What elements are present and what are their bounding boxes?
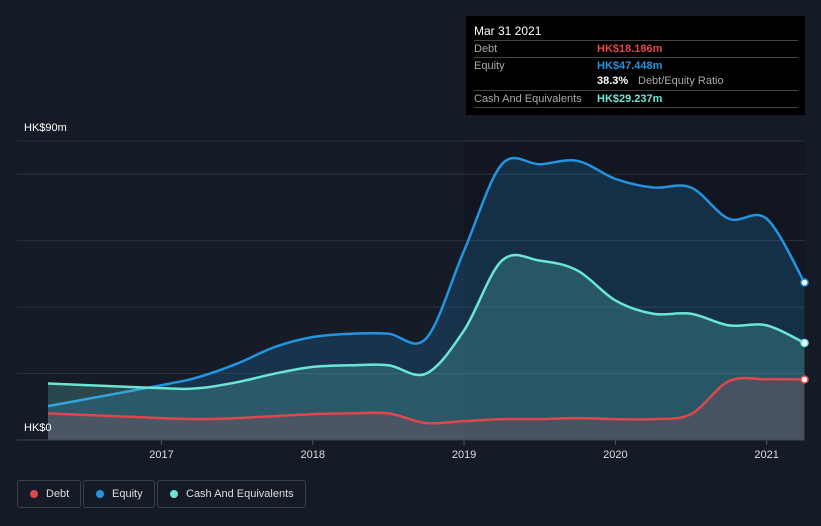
legend-equity[interactable]: Equity: [83, 480, 155, 508]
equity-end-point: [800, 278, 809, 287]
x-tick-label: 2020: [603, 449, 627, 461]
legend-debt-dot-icon: [30, 490, 38, 498]
legend-debt-label: Debt: [46, 488, 70, 500]
debt-end-point: [800, 375, 809, 384]
tooltip-equity-label: Equity: [474, 60, 505, 72]
legend-cash-dot-icon: [170, 490, 178, 498]
tooltip-ratio-label: Debt/Equity Ratio: [638, 75, 724, 87]
tooltip-debt-label: Debt: [474, 43, 498, 55]
tooltip-date: Mar 31 2021: [474, 24, 542, 38]
legend-equity-dot-icon: [96, 490, 104, 498]
cash-and-equivalents-end-point: [800, 338, 809, 348]
tooltip-equity-value: HK$47.448m: [597, 60, 663, 72]
legend-cash-label: Cash And Equivalents: [186, 488, 294, 500]
tooltip-ratio-value: 38.3%: [597, 75, 629, 87]
tooltip-cash-value: HK$29.237m: [597, 93, 663, 105]
x-tick-label: 2017: [149, 449, 173, 461]
x-tick-label: 2018: [301, 449, 325, 461]
legend-equity-label: Equity: [112, 488, 143, 500]
x-tick-label: 2019: [452, 449, 476, 461]
y-axis-top-label: HK$90m: [24, 122, 67, 134]
tooltip-cash-label: Cash And Equivalents: [474, 93, 582, 105]
legend-cash[interactable]: Cash And Equivalents: [157, 480, 306, 508]
legend-debt[interactable]: Debt: [17, 480, 82, 508]
x-tick-label: 2021: [754, 449, 778, 461]
tooltip-debt-value: HK$18.186m: [597, 43, 663, 55]
tooltip: Mar 31 2021 Debt HK$18.186m Equity HK$47.4…: [466, 16, 805, 115]
y-axis-bottom-label: HK$0: [24, 422, 52, 434]
